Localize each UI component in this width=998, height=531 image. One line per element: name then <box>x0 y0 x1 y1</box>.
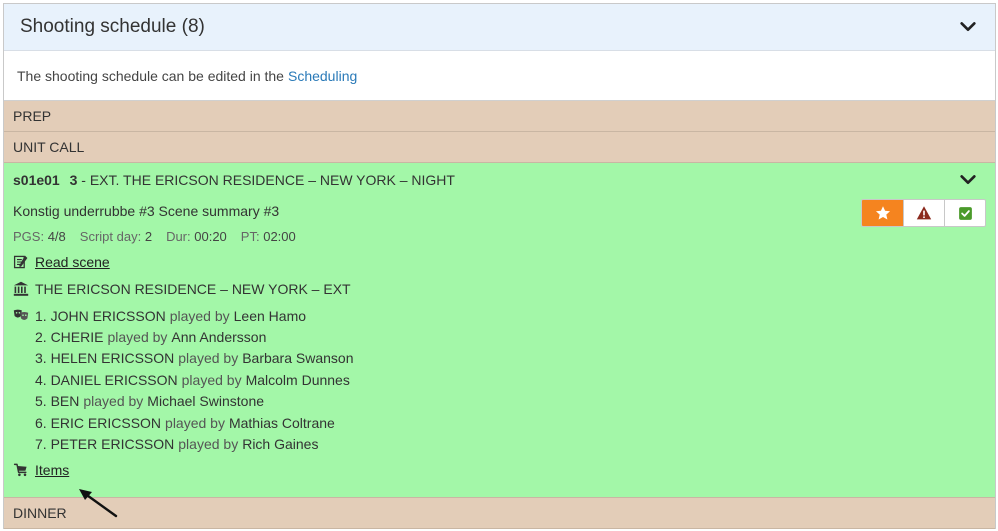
list-item: 1. JOHN ERICSSON played by Leen Hamo <box>35 305 354 326</box>
list-item: 2. CHERIE played by Ann Andersson <box>35 326 354 347</box>
cast-row: 1. JOHN ERICSSON played by Leen Hamo 2. CH… <box>13 305 986 455</box>
cast-actor: Michael Swinstone <box>147 393 265 410</box>
banner-label: PREP <box>13 108 52 124</box>
scene-number: 3 <box>69 171 78 188</box>
info-bar: The shooting schedule can be edited in t… <box>4 51 995 101</box>
read-scene-link[interactable]: Read scene <box>35 254 110 270</box>
meta-dur: Dur: 00:20 <box>166 229 227 244</box>
shooting-schedule-panel: Shooting schedule (8) The shooting sched… <box>3 3 996 529</box>
scene-badges <box>861 199 986 227</box>
cast-role: 3. HELEN ERICSSON <box>35 350 175 367</box>
meta-script-day: Script day: 2 <box>80 229 152 244</box>
meta-dur-label: Dur: <box>166 229 191 244</box>
warning-badge[interactable] <box>903 200 944 226</box>
cast-actor: Malcolm Dunnes <box>245 371 350 388</box>
played-by-label: played by <box>178 350 239 367</box>
played-by-label: played by <box>181 371 242 388</box>
panel-header[interactable]: Shooting schedule (8) <box>4 4 995 51</box>
panel-title: Shooting schedule (8) <box>20 16 205 37</box>
meta-dur-value: 00:20 <box>194 229 227 244</box>
list-item: 6. ERIC ERICSSON played by Mathias Coltran… <box>35 412 354 433</box>
meta-pt-label: PT: <box>240 229 260 244</box>
list-item: 7. PETER ERICSSON played by Rich Gaines <box>35 433 354 454</box>
cart-icon <box>13 463 27 476</box>
played-by-label: played by <box>165 414 225 431</box>
meta-pgs-label: PGS: <box>13 229 45 244</box>
list-item: 4. DANIEL ERICSSON played by Malcolm Dunne… <box>35 369 354 390</box>
items-link[interactable]: Items <box>35 462 69 478</box>
script-icon <box>13 255 28 269</box>
played-by-label: played by <box>107 329 168 346</box>
banner-prep: PREP <box>4 101 995 132</box>
meta-script-day-value: 2 <box>144 229 153 244</box>
meta-pt-value: 02:00 <box>263 229 296 244</box>
cast-role: 4. DANIEL ERICSSON <box>35 371 178 388</box>
cast-role: 6. ERIC ERICSSON <box>35 414 162 431</box>
warning-icon <box>916 206 932 220</box>
meta-pt: PT: 02:00 <box>241 229 296 244</box>
location-text: THE ERICSON RESIDENCE – NEW YORK – EXT <box>35 281 351 297</box>
location-row: THE ERICSON RESIDENCE – NEW YORK – EXT <box>13 281 986 297</box>
chevron-down-icon[interactable] <box>959 171 977 189</box>
chevron-down-icon[interactable] <box>959 18 977 36</box>
scene-heading: s01e01 3 - EXT. THE ERICSON RESIDENCE – … <box>13 172 455 188</box>
cast-actor: Leen Hamo <box>233 307 307 324</box>
meta-pgs-value: 4/8 <box>47 229 66 244</box>
banner-dinner: DINNER <box>4 498 995 529</box>
cast-list: 1. JOHN ERICSSON played by Leen Hamo 2. CH… <box>35 305 354 455</box>
list-item: 5. BEN played by Michael Swinstone <box>35 391 354 412</box>
cast-actor: Ann Andersson <box>171 329 267 346</box>
scene-summary: Konstig underrubbe #3 Scene summary #3 <box>13 203 280 219</box>
played-by-label: played by <box>169 307 230 324</box>
theater-masks-icon <box>13 309 29 320</box>
cast-actor: Mathias Coltrane <box>228 414 335 431</box>
meta-pgs: PGS: 4/8 <box>13 229 66 244</box>
banner-label: DINNER <box>13 505 67 521</box>
scheduling-link[interactable]: Scheduling <box>288 68 357 84</box>
meta-script-day-label: Script day: <box>79 229 142 244</box>
check-badge[interactable] <box>944 200 985 226</box>
star-icon <box>875 206 890 220</box>
played-by-label: played by <box>83 393 144 410</box>
played-by-label: played by <box>178 436 239 453</box>
cast-role: 2. CHERIE <box>35 329 104 346</box>
scene-card: s01e01 3 - EXT. THE ERICSON RESIDENCE – … <box>4 163 995 498</box>
cast-actor: Rich Gaines <box>242 436 319 453</box>
cast-role: 5. BEN <box>35 393 80 410</box>
check-icon <box>958 206 972 220</box>
banner-unit-call: UNIT CALL <box>4 132 995 163</box>
cast-actor: Barbara Swanson <box>242 350 354 367</box>
items-row: Items <box>13 462 986 478</box>
building-icon <box>13 281 29 296</box>
banner-label: UNIT CALL <box>13 139 85 155</box>
cast-role: 1. JOHN ERICSSON <box>35 307 166 324</box>
scene-heading-text: - EXT. THE ERICSON RESIDENCE – NEW YORK … <box>81 171 455 188</box>
scene-meta: PGS: 4/8 Script day: 2 Dur: 00:20 PT: 02… <box>13 229 986 244</box>
pointer-arrow-icon <box>79 489 118 518</box>
cast-role: 7. PETER ERICSSON <box>35 436 175 453</box>
scene-header[interactable]: s01e01 3 - EXT. THE ERICSON RESIDENCE – … <box>13 163 986 196</box>
scene-episode: s01e01 <box>13 171 60 188</box>
read-scene-row: Read scene <box>13 254 986 270</box>
info-text: The shooting schedule can be edited in t… <box>17 67 284 84</box>
star-badge[interactable] <box>862 200 903 226</box>
list-item: 3. HELEN ERICSSON played by Barbara Swanso… <box>35 348 354 369</box>
